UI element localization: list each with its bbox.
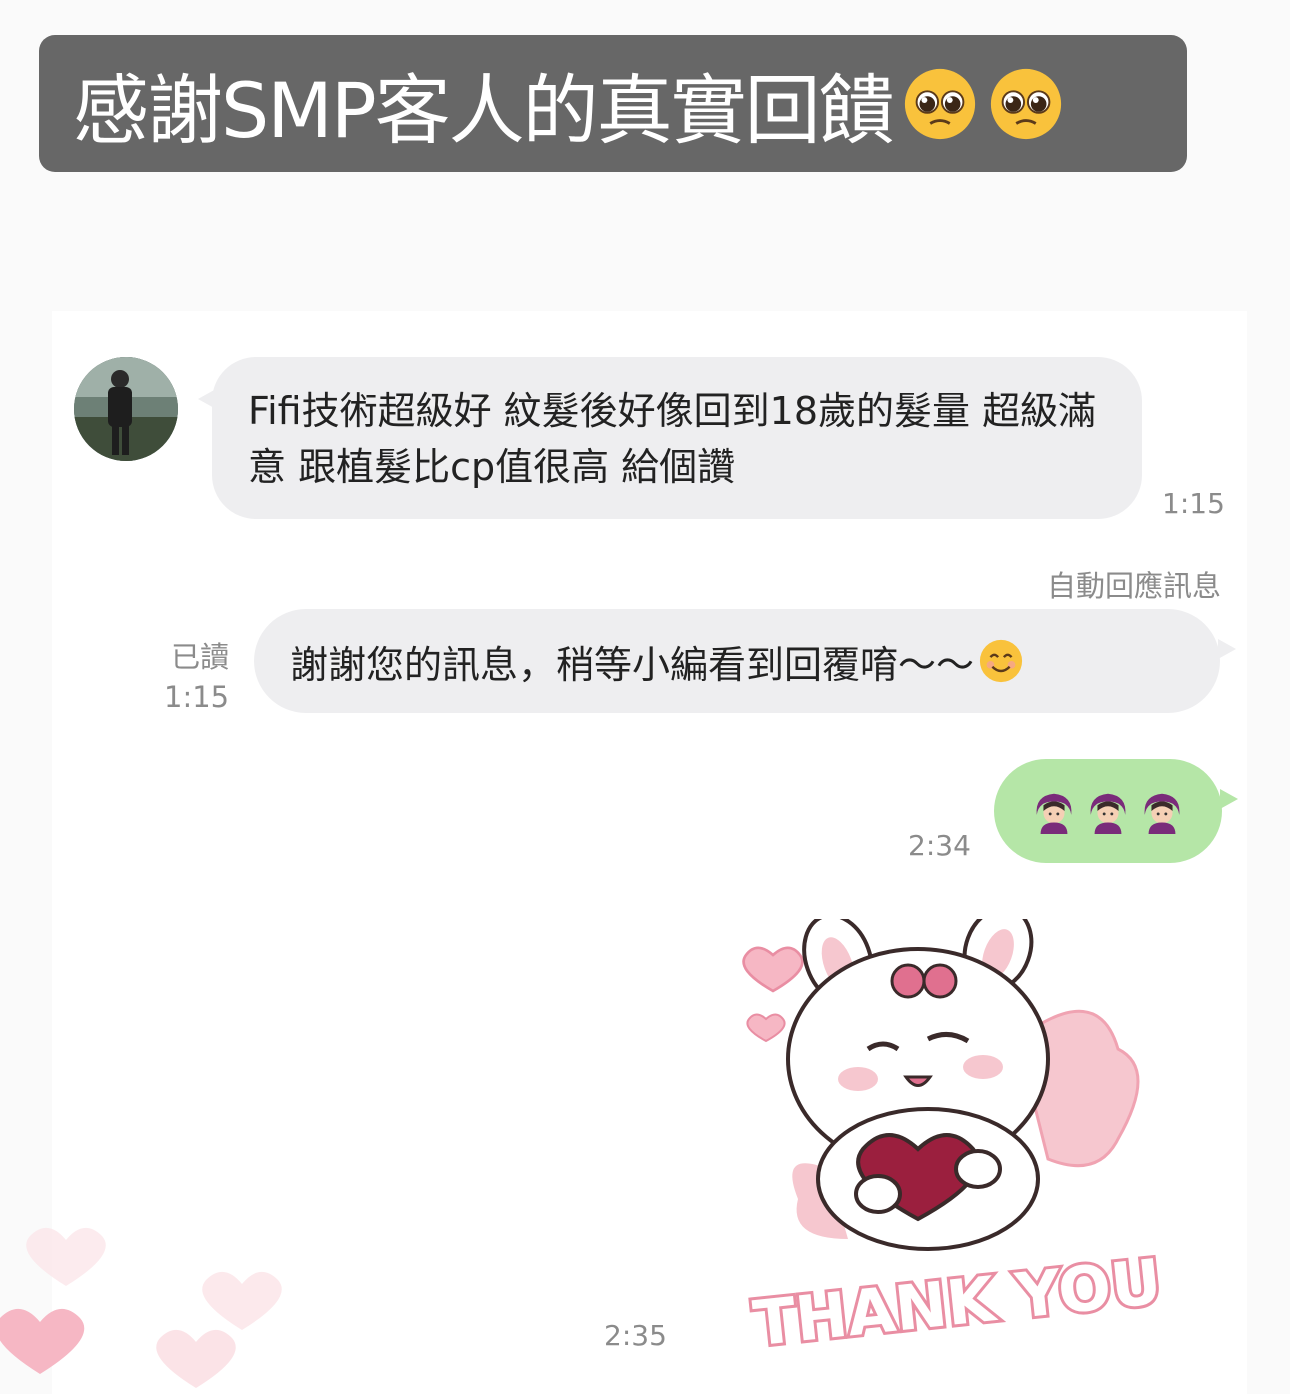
read-time: 1:15 <box>164 680 230 714</box>
bubble-tail <box>1220 789 1238 809</box>
sticker-time: 2:35 <box>604 1319 667 1352</box>
sticker-text: THANK YOU <box>750 1245 1165 1349</box>
woman-heart-hands-icon <box>1144 793 1180 834</box>
auto-reply-label: 自動回應訊息 <box>1046 569 1221 603</box>
outgoing-emoji-time: 2:34 <box>908 829 971 862</box>
auto-reply-text: 謝謝您的訊息，稍等小編看到回覆唷～～ <box>290 642 975 687</box>
title-banner: 感謝SMP客人的真實回饋 <box>39 35 1187 172</box>
read-receipt: 已讀 1:15 <box>164 637 229 717</box>
read-status: 已讀 <box>171 640 230 674</box>
bubble-tail <box>1218 639 1236 659</box>
incoming-message-time: 1:15 <box>1162 487 1225 520</box>
avatar-photo <box>74 357 178 461</box>
pleading-face-icon <box>904 68 975 139</box>
auto-reply-bubble[interactable]: 謝謝您的訊息，稍等小編看到回覆唷～～ <box>254 609 1220 713</box>
smiling-face-icon <box>979 639 1023 683</box>
avatar[interactable] <box>74 357 178 461</box>
thank-you-bunny-sticker[interactable]: THANK YOU <box>718 919 1198 1349</box>
decorative-hearts <box>0 1227 282 1388</box>
incoming-message-text: Fifi技術超級好 紋髮後好像回到18歲的髮量 超級滿意 跟植髮比cp值很高 給… <box>248 389 1097 489</box>
pleading-face-icon <box>990 68 1061 139</box>
woman-heart-hands-icon <box>1036 793 1072 834</box>
banner-title: 感謝SMP客人的真實回饋 <box>73 65 895 155</box>
outgoing-emoji-bubble[interactable] <box>994 759 1222 863</box>
woman-heart-hands-icon <box>1090 793 1126 834</box>
incoming-message-bubble[interactable]: Fifi技術超級好 紋髮後好像回到18歲的髮量 超級滿意 跟植髮比cp值很高 給… <box>212 357 1142 519</box>
